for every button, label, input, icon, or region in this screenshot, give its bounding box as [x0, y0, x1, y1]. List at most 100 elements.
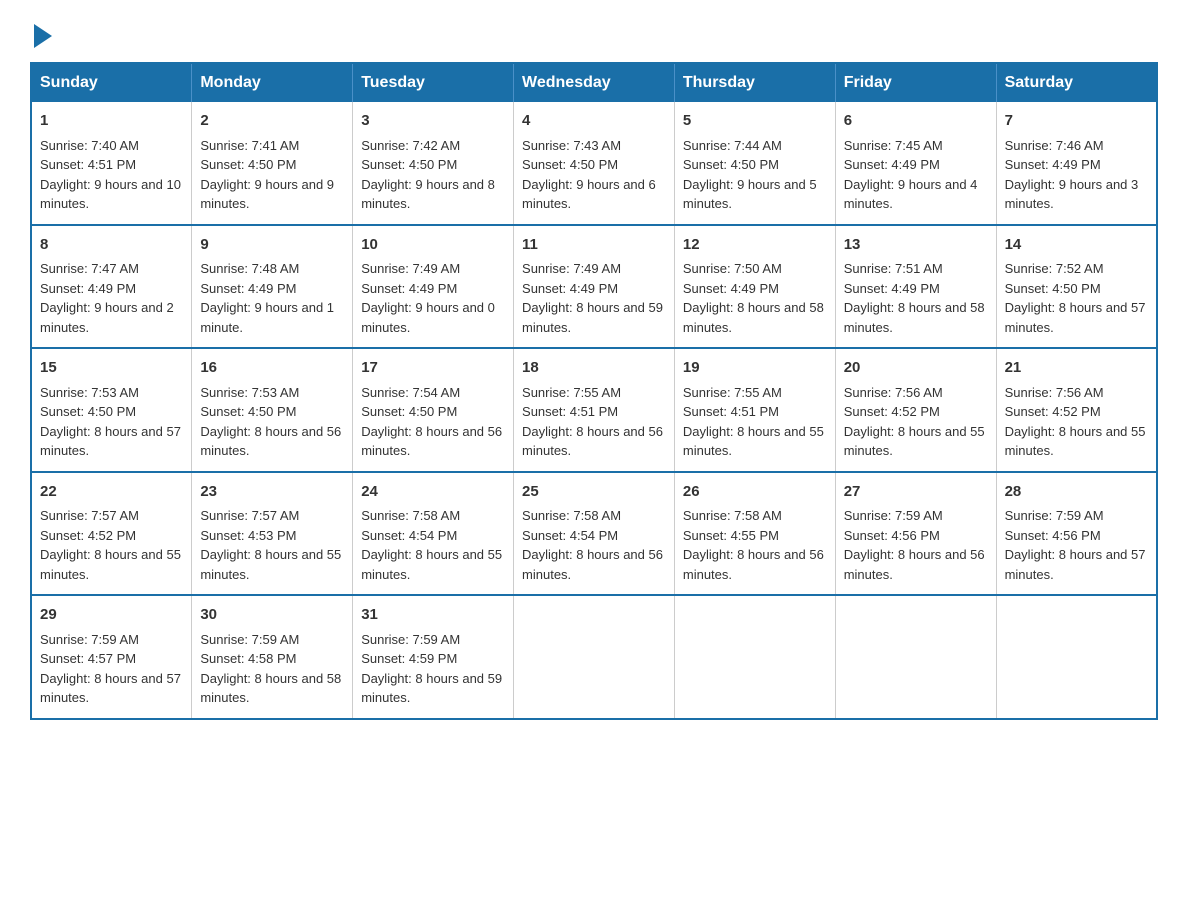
calendar-cell: 28 Sunrise: 7:59 AMSunset: 4:56 PMDayligh…: [996, 472, 1157, 596]
day-info: Sunrise: 7:58 AMSunset: 4:54 PMDaylight:…: [522, 508, 663, 582]
day-number: 21: [1005, 357, 1148, 380]
day-info: Sunrise: 7:47 AMSunset: 4:49 PMDaylight:…: [40, 261, 174, 335]
calendar-cell: 30 Sunrise: 7:59 AMSunset: 4:58 PMDayligh…: [192, 595, 353, 719]
day-info: Sunrise: 7:59 AMSunset: 4:57 PMDaylight:…: [40, 632, 181, 706]
day-number: 26: [683, 481, 827, 504]
day-number: 27: [844, 481, 988, 504]
day-info: Sunrise: 7:45 AMSunset: 4:49 PMDaylight:…: [844, 138, 978, 212]
calendar-cell: 7 Sunrise: 7:46 AMSunset: 4:49 PMDaylight…: [996, 102, 1157, 225]
day-info: Sunrise: 7:59 AMSunset: 4:56 PMDaylight:…: [844, 508, 985, 582]
page-header: [30, 20, 1158, 44]
calendar-week-row: 8 Sunrise: 7:47 AMSunset: 4:49 PMDaylight…: [31, 225, 1157, 349]
weekday-header: Sunday: [31, 63, 192, 102]
day-info: Sunrise: 7:49 AMSunset: 4:49 PMDaylight:…: [361, 261, 495, 335]
day-info: Sunrise: 7:53 AMSunset: 4:50 PMDaylight:…: [40, 385, 181, 459]
calendar-cell: [674, 595, 835, 719]
calendar-cell: 10 Sunrise: 7:49 AMSunset: 4:49 PMDayligh…: [353, 225, 514, 349]
weekday-header: Friday: [835, 63, 996, 102]
calendar-cell: 4 Sunrise: 7:43 AMSunset: 4:50 PMDaylight…: [514, 102, 675, 225]
day-number: 1: [40, 110, 183, 133]
calendar-cell: 8 Sunrise: 7:47 AMSunset: 4:49 PMDaylight…: [31, 225, 192, 349]
day-info: Sunrise: 7:51 AMSunset: 4:49 PMDaylight:…: [844, 261, 985, 335]
calendar-cell: 13 Sunrise: 7:51 AMSunset: 4:49 PMDayligh…: [835, 225, 996, 349]
day-info: Sunrise: 7:57 AMSunset: 4:53 PMDaylight:…: [200, 508, 341, 582]
weekday-header-row: SundayMondayTuesdayWednesdayThursdayFrid…: [31, 63, 1157, 102]
calendar-cell: 12Sunrise: 7:50 AMSunset: 4:49 PMDayligh…: [674, 225, 835, 349]
day-info: Sunrise: 7:44 AMSunset: 4:50 PMDaylight:…: [683, 138, 817, 212]
day-number: 31: [361, 604, 505, 627]
day-info: Sunrise: 7:59 AMSunset: 4:56 PMDaylight:…: [1005, 508, 1146, 582]
calendar-week-row: 22 Sunrise: 7:57 AMSunset: 4:52 PMDayligh…: [31, 472, 1157, 596]
day-number: 20: [844, 357, 988, 380]
weekday-header: Saturday: [996, 63, 1157, 102]
calendar-cell: 9 Sunrise: 7:48 AMSunset: 4:49 PMDaylight…: [192, 225, 353, 349]
day-number: 17: [361, 357, 505, 380]
day-info: Sunrise: 7:57 AMSunset: 4:52 PMDaylight:…: [40, 508, 181, 582]
calendar-table: SundayMondayTuesdayWednesdayThursdayFrid…: [30, 62, 1158, 720]
calendar-cell: 31 Sunrise: 7:59 AMSunset: 4:59 PMDayligh…: [353, 595, 514, 719]
calendar-cell: 19Sunrise: 7:55 AMSunset: 4:51 PMDayligh…: [674, 348, 835, 472]
calendar-cell: 5 Sunrise: 7:44 AMSunset: 4:50 PMDaylight…: [674, 102, 835, 225]
weekday-header: Tuesday: [353, 63, 514, 102]
day-info: Sunrise: 7:42 AMSunset: 4:50 PMDaylight:…: [361, 138, 495, 212]
weekday-header: Monday: [192, 63, 353, 102]
logo: [30, 20, 52, 44]
day-info: Sunrise: 7:56 AMSunset: 4:52 PMDaylight:…: [844, 385, 985, 459]
calendar-cell: [514, 595, 675, 719]
day-number: 29: [40, 604, 183, 627]
day-number: 6: [844, 110, 988, 133]
day-info: Sunrise: 7:41 AMSunset: 4:50 PMDaylight:…: [200, 138, 334, 212]
day-number: 19: [683, 357, 827, 380]
day-number: 25: [522, 481, 666, 504]
day-number: 22: [40, 481, 183, 504]
weekday-header: Thursday: [674, 63, 835, 102]
calendar-cell: 25 Sunrise: 7:58 AMSunset: 4:54 PMDayligh…: [514, 472, 675, 596]
day-number: 10: [361, 234, 505, 257]
day-number: 11: [522, 234, 666, 257]
day-info: Sunrise: 7:48 AMSunset: 4:49 PMDaylight:…: [200, 261, 334, 335]
calendar-cell: 11 Sunrise: 7:49 AMSunset: 4:49 PMDayligh…: [514, 225, 675, 349]
day-info: Sunrise: 7:40 AMSunset: 4:51 PMDaylight:…: [40, 138, 181, 212]
day-info: Sunrise: 7:59 AMSunset: 4:59 PMDaylight:…: [361, 632, 502, 706]
day-number: 16: [200, 357, 344, 380]
day-number: 14: [1005, 234, 1148, 257]
calendar-cell: 26 Sunrise: 7:58 AMSunset: 4:55 PMDayligh…: [674, 472, 835, 596]
day-number: 5: [683, 110, 827, 133]
day-info: Sunrise: 7:50 AMSunset: 4:49 PMDaylight:…: [683, 261, 824, 335]
calendar-cell: 21 Sunrise: 7:56 AMSunset: 4:52 PMDayligh…: [996, 348, 1157, 472]
calendar-cell: 17 Sunrise: 7:54 AMSunset: 4:50 PMDayligh…: [353, 348, 514, 472]
day-info: Sunrise: 7:56 AMSunset: 4:52 PMDaylight:…: [1005, 385, 1146, 459]
calendar-cell: 14Sunrise: 7:52 AMSunset: 4:50 PMDayligh…: [996, 225, 1157, 349]
calendar-cell: 23 Sunrise: 7:57 AMSunset: 4:53 PMDayligh…: [192, 472, 353, 596]
day-info: Sunrise: 7:43 AMSunset: 4:50 PMDaylight:…: [522, 138, 656, 212]
day-info: Sunrise: 7:59 AMSunset: 4:58 PMDaylight:…: [200, 632, 341, 706]
day-info: Sunrise: 7:53 AMSunset: 4:50 PMDaylight:…: [200, 385, 341, 459]
day-number: 4: [522, 110, 666, 133]
calendar-week-row: 15 Sunrise: 7:53 AMSunset: 4:50 PMDayligh…: [31, 348, 1157, 472]
calendar-week-row: 1 Sunrise: 7:40 AMSunset: 4:51 PMDaylight…: [31, 102, 1157, 225]
day-number: 7: [1005, 110, 1148, 133]
day-number: 18: [522, 357, 666, 380]
calendar-cell: 1 Sunrise: 7:40 AMSunset: 4:51 PMDaylight…: [31, 102, 192, 225]
calendar-cell: 24Sunrise: 7:58 AMSunset: 4:54 PMDayligh…: [353, 472, 514, 596]
day-info: Sunrise: 7:54 AMSunset: 4:50 PMDaylight:…: [361, 385, 502, 459]
calendar-week-row: 29 Sunrise: 7:59 AMSunset: 4:57 PMDayligh…: [31, 595, 1157, 719]
calendar-cell: 15 Sunrise: 7:53 AMSunset: 4:50 PMDayligh…: [31, 348, 192, 472]
calendar-cell: 16 Sunrise: 7:53 AMSunset: 4:50 PMDayligh…: [192, 348, 353, 472]
day-info: Sunrise: 7:46 AMSunset: 4:49 PMDaylight:…: [1005, 138, 1139, 212]
day-info: Sunrise: 7:49 AMSunset: 4:49 PMDaylight:…: [522, 261, 663, 335]
day-number: 28: [1005, 481, 1148, 504]
calendar-cell: 22 Sunrise: 7:57 AMSunset: 4:52 PMDayligh…: [31, 472, 192, 596]
day-number: 9: [200, 234, 344, 257]
day-info: Sunrise: 7:58 AMSunset: 4:55 PMDaylight:…: [683, 508, 824, 582]
logo-arrow-icon: [34, 24, 52, 48]
calendar-cell: 27 Sunrise: 7:59 AMSunset: 4:56 PMDayligh…: [835, 472, 996, 596]
day-number: 13: [844, 234, 988, 257]
day-number: 24: [361, 481, 505, 504]
day-number: 30: [200, 604, 344, 627]
day-number: 15: [40, 357, 183, 380]
calendar-cell: [835, 595, 996, 719]
day-number: 23: [200, 481, 344, 504]
day-number: 8: [40, 234, 183, 257]
day-info: Sunrise: 7:55 AMSunset: 4:51 PMDaylight:…: [522, 385, 663, 459]
